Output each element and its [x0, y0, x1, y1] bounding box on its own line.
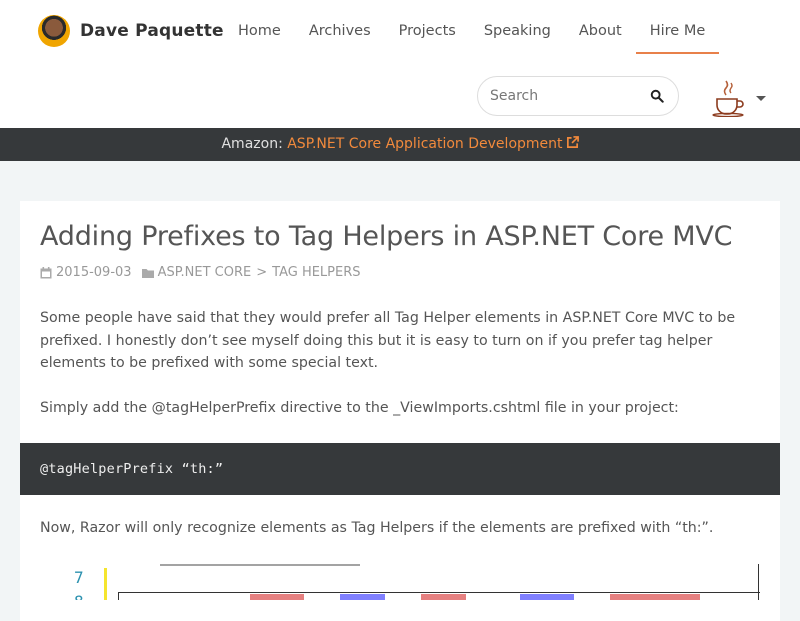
line-number-gutter: [40, 556, 104, 600]
brand[interactable]: Dave Paquette: [38, 15, 224, 47]
nav-about[interactable]: About: [565, 0, 636, 54]
article-title[interactable]: Adding Prefixes to Tag Helpers in ASP.NE…: [40, 221, 733, 252]
code-block: @tagHelperPrefix “th:”: [20, 443, 780, 495]
promo-banner: Amazon: ASP.NET Core Application Develop…: [0, 128, 800, 161]
code-fragment: [250, 594, 700, 600]
article-date: 2015-09-03: [56, 265, 132, 280]
paragraph-directive: Simply add the @tagHelperPrefix directiv…: [40, 400, 679, 416]
site-header: Dave Paquette Home Archives Projects Spe…: [0, 0, 800, 128]
nav-projects[interactable]: Projects: [385, 0, 470, 54]
code-fragment: [160, 556, 360, 566]
search-icon[interactable]: [650, 89, 664, 103]
subcategory-link[interactable]: TAG HELPERS: [272, 265, 360, 280]
nav-hire-me[interactable]: Hire Me: [635, 0, 720, 54]
line-number: 8: [74, 592, 84, 600]
nav-archives[interactable]: Archives: [295, 0, 385, 54]
paragraph-intro: Some people have said that they would pr…: [40, 310, 736, 371]
avatar: [38, 15, 70, 47]
brand-name[interactable]: Dave Paquette: [80, 21, 224, 41]
calendar-icon: [40, 266, 52, 278]
banner-link-text[interactable]: ASP.NET Core Application Development: [287, 136, 562, 152]
code-screenshot-image: 7 8: [40, 556, 760, 600]
nav-home[interactable]: Home: [224, 0, 295, 54]
article-meta: 2015-09-03 ASP.NET CORE > TAG HELPERS: [40, 265, 361, 280]
search-input[interactable]: [490, 88, 650, 104]
category-separator: >: [256, 265, 268, 280]
main-nav: Home Archives Projects Speaking About Hi…: [224, 0, 720, 54]
editor-border: [758, 564, 759, 600]
folder-icon: [141, 268, 154, 278]
banner-book-link[interactable]: ASP.NET Core Application Development: [287, 136, 579, 152]
search-box: [477, 76, 679, 116]
coffee-cup-icon[interactable]: [712, 79, 746, 117]
nav-speaking[interactable]: Speaking: [470, 0, 565, 54]
paragraph-result: Now, Razor will only recognize elements …: [40, 520, 714, 536]
category-link[interactable]: ASP.NET CORE: [158, 265, 252, 280]
banner-prefix: Amazon:: [221, 136, 288, 152]
chevron-down-icon[interactable]: [756, 95, 766, 101]
change-marker: [104, 568, 107, 600]
external-link-icon: [566, 136, 579, 148]
theme-switcher[interactable]: [712, 78, 772, 118]
line-number: 7: [74, 568, 84, 587]
